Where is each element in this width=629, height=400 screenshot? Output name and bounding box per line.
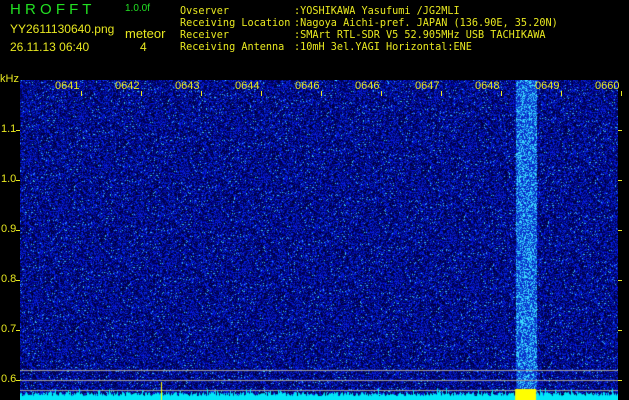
time-tick <box>141 91 142 96</box>
meteor-label: meteor <box>125 26 166 41</box>
y-tick <box>16 180 20 181</box>
time-label: 0647 <box>415 80 440 92</box>
time-label: 0646 <box>295 80 320 92</box>
y-tick-label: 1.0 <box>1 173 17 185</box>
receiver-value: :SMArt RTL-SDR V5 52.905MHz USB TACHIKAW… <box>294 30 546 41</box>
time-tick <box>441 91 442 96</box>
y-tick <box>16 130 20 131</box>
y-tick <box>16 280 20 281</box>
time-label: 0646 <box>355 80 380 92</box>
time-tick <box>261 91 262 96</box>
time-label: 0642 <box>115 80 140 92</box>
spectrogram <box>20 80 618 400</box>
version-label: 1.0.0f <box>125 3 151 14</box>
y-tick-right <box>618 230 622 231</box>
location-label: Receiving Location <box>180 18 291 29</box>
time-label: 0660 <box>595 80 620 92</box>
time-tick <box>321 91 322 96</box>
y-tick-label: 0.7 <box>1 323 17 335</box>
time-label: 0644 <box>235 80 260 92</box>
filename-label: YY2611130640.png <box>10 22 115 36</box>
y-tick <box>16 230 20 231</box>
receiver-label: Receiver <box>180 30 230 41</box>
antenna-label: Receiving Antenna <box>180 42 285 53</box>
time-tick <box>501 91 502 96</box>
app-logo: H R O F F T <box>10 1 92 18</box>
y-tick-right <box>618 380 622 381</box>
y-tick-label: 1.1 <box>1 123 17 135</box>
y-tick-right <box>618 330 622 331</box>
location-value: :Nagoya Aichi-pref. JAPAN (136.90E, 35.2… <box>294 18 558 29</box>
meteor-count: 4 <box>140 40 147 54</box>
y-axis-unit: kHz <box>0 73 19 85</box>
y-tick-label: 0.6 <box>1 373 17 385</box>
y-tick-label: 0.9 <box>1 223 17 235</box>
time-tick <box>621 91 622 96</box>
y-tick <box>16 380 20 381</box>
time-label: 0648 <box>475 80 500 92</box>
time-label: 0643 <box>175 80 200 92</box>
y-tick-right <box>618 180 622 181</box>
time-tick <box>561 91 562 96</box>
time-tick <box>381 91 382 96</box>
datetime-label: 26.11.13 06:40 <box>10 40 90 54</box>
y-tick <box>16 330 20 331</box>
time-label: 0641 <box>55 80 80 92</box>
y-tick-right <box>618 130 622 131</box>
time-tick <box>201 91 202 96</box>
antenna-value: :10mH 3el.YAGI Horizontal:ENE <box>294 42 472 53</box>
time-tick <box>81 91 82 96</box>
observer-value: :YOSHIKAWA Yasufumi /JG2MLI <box>294 6 460 17</box>
time-label: 0649 <box>535 80 560 92</box>
observer-label: Ovserver <box>180 6 230 17</box>
y-tick-right <box>618 280 622 281</box>
y-tick-label: 0.8 <box>1 273 17 285</box>
